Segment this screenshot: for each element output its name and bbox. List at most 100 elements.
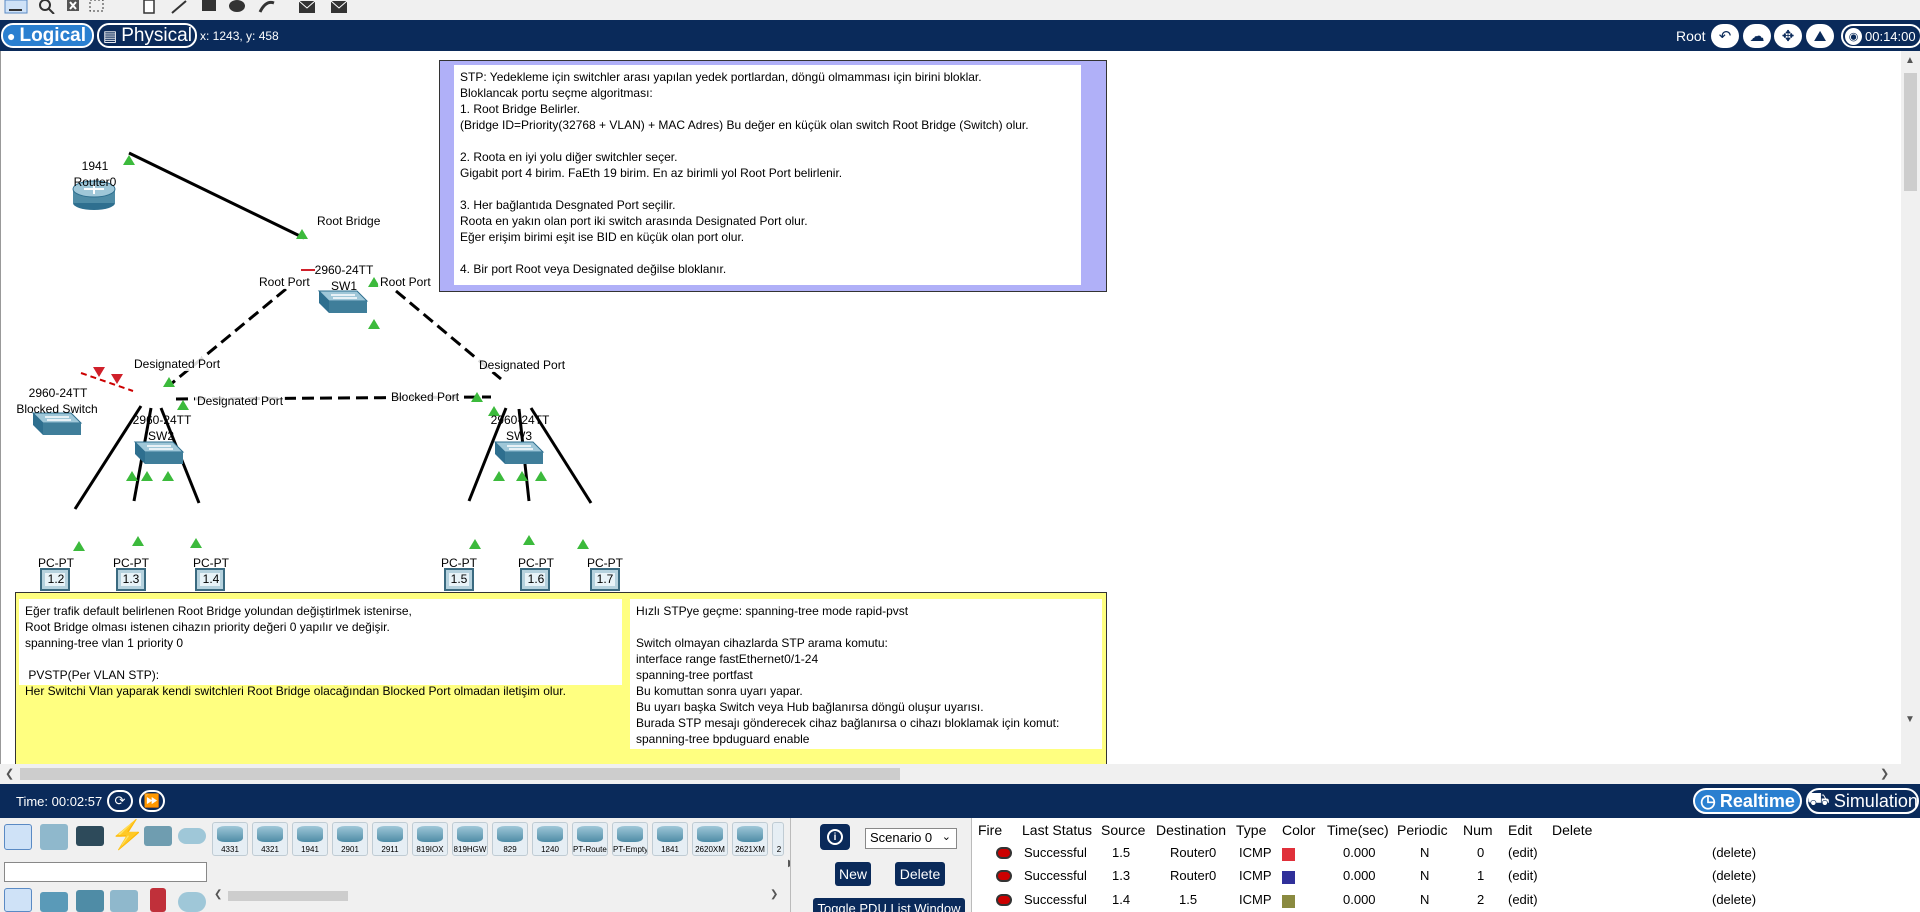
network-devices-icon[interactable] (4, 824, 32, 850)
device-item[interactable]: 4321 (252, 822, 288, 856)
device-item[interactable]: PT-Empty (612, 822, 648, 856)
end-devices-icon[interactable] (40, 824, 68, 850)
column-header: Periodic (1397, 822, 1448, 838)
complex-pdu-icon[interactable] (330, 0, 348, 14)
routers-icon[interactable] (4, 888, 32, 912)
device-item[interactable]: 1941 (292, 822, 328, 856)
num-cell: 0 (1477, 845, 1485, 860)
simulation-mode-button[interactable]: ⛟ Simulation (1806, 788, 1919, 814)
rectangle-tool-icon[interactable] (200, 0, 218, 14)
note-tool-icon[interactable] (140, 0, 158, 14)
scroll-up-icon[interactable]: ▲ (1905, 55, 1915, 66)
simple-pdu-icon[interactable] (298, 0, 316, 14)
table-row[interactable]: Successful 1.4 1.5 ICMP 0.000 N 2 (edit)… (972, 890, 1920, 912)
delete-link[interactable]: (delete) (1712, 845, 1756, 860)
horizontal-scroll-thumb[interactable] (20, 768, 900, 780)
delete-tool-icon[interactable] (64, 0, 82, 14)
security-icon[interactable] (150, 888, 166, 912)
components-icon[interactable] (76, 826, 104, 846)
blocked-switch-icon[interactable] (31, 412, 83, 435)
new-scenario-button[interactable]: New (835, 862, 871, 886)
background-image-icon[interactable]: ⛰ (1806, 24, 1834, 48)
device-item[interactable]: 819HGW (452, 822, 488, 856)
toggle-pdu-list-button[interactable]: Toggle PDU List Window (813, 898, 965, 912)
vertical-scroll-thumb[interactable] (1904, 73, 1917, 191)
root-bridge-priority-note[interactable]: Eğer trafik default belirlenen Root Brid… (19, 599, 622, 698)
device-item[interactable]: 829 (492, 822, 528, 856)
sw3-switch-icon[interactable] (493, 441, 545, 464)
fire-button-icon[interactable] (996, 847, 1012, 859)
move-icon[interactable]: ✥ (1774, 24, 1802, 48)
clock-display[interactable]: ◉ 00:14:00 (1841, 24, 1920, 48)
scenario-info-button[interactable]: i (820, 824, 850, 850)
blocked-switch-model-label: 2960-24TT (28, 386, 88, 400)
device-item[interactable]: 2 (772, 822, 784, 856)
line-tool-icon[interactable] (170, 0, 188, 14)
physical-tab[interactable]: ▤ Physical (97, 23, 197, 48)
edit-link[interactable]: (edit) (1508, 868, 1538, 883)
fast-forward-icon[interactable]: ⏩ (139, 790, 165, 812)
wan-emulation-icon[interactable] (178, 892, 206, 912)
pdu-list-table: Fire Last Status Source Destination Type… (971, 818, 1920, 912)
edit-link[interactable]: (edit) (1508, 845, 1538, 860)
select-tool-icon[interactable] (4, 0, 28, 14)
pc-name-label: 1.6 (527, 572, 545, 586)
table-row[interactable]: Successful 1.3 Router0 ICMP 0.000 N 1 (e… (972, 866, 1920, 888)
freeform-tool-icon[interactable] (258, 0, 276, 14)
pc-name-label: 1.2 (47, 572, 65, 586)
delete-scenario-button[interactable]: Delete (895, 862, 945, 886)
resize-tool-icon[interactable] (88, 0, 106, 14)
power-cycle-icon[interactable]: ⟳ (107, 790, 133, 812)
rapid-pvst-note[interactable]: Hızlı STPye geçme: spanning-tree mode ra… (630, 599, 1102, 749)
vertical-scrollbar[interactable]: ▲ ▼ (1901, 51, 1920, 764)
ellipse-tool-icon[interactable] (228, 0, 246, 14)
scroll-down-icon[interactable]: ▼ (1905, 714, 1915, 725)
device-item[interactable]: 2901 (332, 822, 368, 856)
device-item[interactable]: 1240 (532, 822, 568, 856)
sw3-left-port-label: Blocked Port (389, 390, 462, 404)
device-item[interactable]: 1841 (652, 822, 688, 856)
device-list-scroll-thumb[interactable] (228, 891, 348, 901)
device-item[interactable]: PT-Router (572, 822, 608, 856)
device-item[interactable]: 4331 (212, 822, 248, 856)
edit-link[interactable]: (edit) (1508, 892, 1538, 907)
delete-link[interactable]: (delete) (1712, 892, 1756, 907)
sw1-switch-icon[interactable] (317, 290, 369, 313)
device-list-scrollbar[interactable]: ❮ ❯ (212, 888, 784, 904)
logical-workspace[interactable]: 1941 Router0 Root Bridge 2960-24TT SW1 R… (0, 51, 1901, 764)
pc-model-label: PC-PT (587, 556, 623, 570)
link-router-sw1[interactable] (128, 151, 305, 240)
scroll-left-icon[interactable]: ❮ (5, 767, 14, 780)
realtime-mode-button[interactable]: ◷ Realtime (1693, 788, 1802, 814)
sw2-right-port-label: Designated Port (195, 394, 286, 408)
scroll-left-icon[interactable]: ❮ (214, 889, 222, 900)
multiuser-icon[interactable] (178, 828, 206, 844)
device-item[interactable]: 2620XM (692, 822, 728, 856)
inspect-tool-icon[interactable] (38, 0, 56, 14)
fire-button-icon[interactable] (996, 870, 1012, 882)
device-item[interactable]: 819IOX (412, 822, 448, 856)
cluster-icon[interactable]: ☁ (1743, 24, 1771, 48)
scroll-right-icon[interactable]: ❯ (1880, 767, 1889, 780)
switches-icon[interactable] (40, 892, 68, 912)
horizontal-scrollbar[interactable]: ❮ ❯ (0, 764, 1920, 784)
sw2-switch-icon[interactable] (133, 441, 185, 464)
connections-icon[interactable]: ⚡ (110, 821, 145, 849)
scenario-select[interactable]: Scenario 0 ⌄ (865, 828, 957, 849)
miscellaneous-icon[interactable] (144, 826, 172, 846)
back-icon[interactable]: ↶ (1711, 24, 1739, 48)
logical-tab[interactable]: ● Logical (1, 23, 94, 48)
device-item[interactable]: 2621XM (732, 822, 768, 856)
scroll-right-icon[interactable]: ❯ (770, 889, 778, 900)
wireless-icon[interactable] (110, 890, 138, 912)
router-model-icon (377, 826, 403, 842)
table-row[interactable]: Successful 1.5 Router0 ICMP 0.000 N 0 (e… (972, 842, 1920, 864)
device-search-input[interactable] (4, 862, 207, 882)
fire-button-icon[interactable] (996, 894, 1012, 906)
scenario-selected-value: Scenario 0 (870, 830, 933, 845)
delete-link[interactable]: (delete) (1712, 868, 1756, 883)
stp-note[interactable]: STP: Yedekleme için switchler arası yapı… (454, 65, 1081, 285)
hubs-icon[interactable] (76, 890, 104, 912)
device-item[interactable]: 2911 (372, 822, 408, 856)
column-header: Fire (978, 822, 1003, 838)
